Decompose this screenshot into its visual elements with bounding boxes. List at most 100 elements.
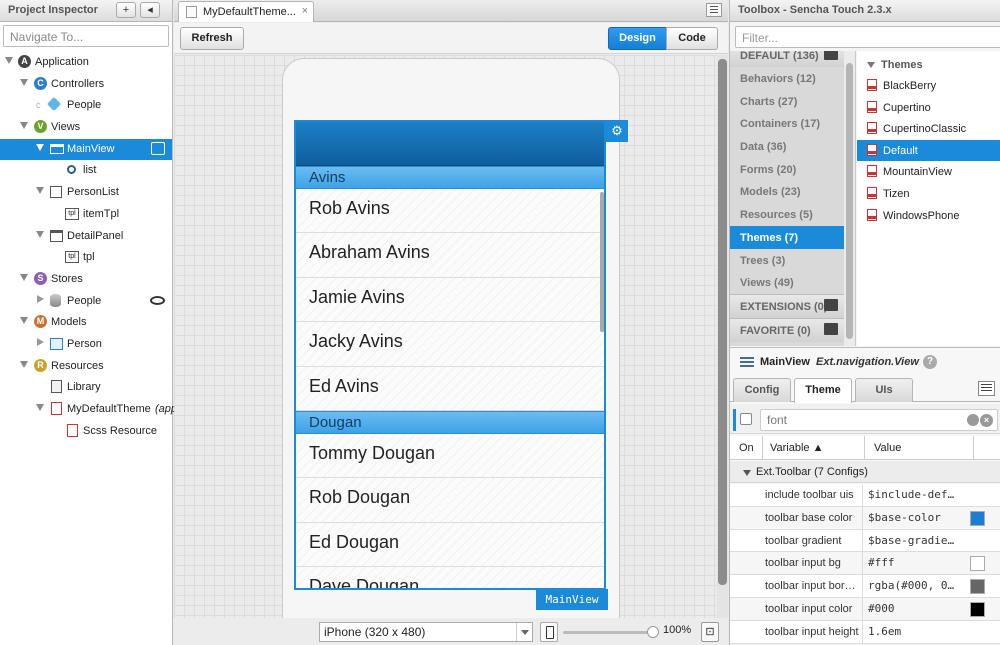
toolbox-category[interactable]: Containers (17)	[730, 112, 844, 135]
zoom-fit-icon[interactable]: ⊡	[701, 622, 719, 642]
tree-item-personlist[interactable]: PersonList	[0, 182, 172, 204]
list-item[interactable]: Rob Dougan	[296, 478, 604, 523]
tab-config[interactable]: Config	[733, 378, 791, 402]
clear-icon[interactable]: ×	[980, 414, 993, 427]
property-row[interactable]: toolbar gradient $base-gradie…	[730, 529, 1000, 553]
phone-orientation-icon[interactable]	[540, 622, 558, 642]
theme-item[interactable]: BlackBerry	[857, 75, 1000, 97]
column-value[interactable]: Value	[874, 442, 901, 454]
theme-item[interactable]: Cupertino	[857, 97, 1000, 119]
tree-item-views[interactable]: V Views	[0, 117, 172, 139]
list-item[interactable]: Abraham Avins	[296, 233, 604, 278]
column-on[interactable]: On	[739, 442, 754, 454]
device-select[interactable]: iPhone (320 x 480)	[319, 622, 533, 642]
column-variable[interactable]: Variable ▲	[770, 442, 824, 454]
toolbox-category[interactable]: EXTENSIONS (0)	[730, 293, 844, 318]
toolbox-category[interactable]: Behaviors (12)	[730, 67, 844, 90]
tree-item-resources[interactable]: R Resources	[0, 356, 172, 378]
theme-item[interactable]: Default	[857, 139, 1000, 162]
category-scrollbar[interactable]	[844, 51, 856, 346]
property-value[interactable]: $include-def…	[868, 488, 954, 501]
list-item[interactable]: Tommy Dougan	[296, 433, 604, 479]
section-add-icon[interactable]	[824, 322, 838, 335]
tree-item-store-people[interactable]: People	[0, 291, 172, 313]
color-swatch[interactable]	[970, 510, 985, 526]
list-options-icon[interactable]	[978, 381, 995, 396]
section-add-icon[interactable]	[824, 298, 838, 311]
close-icon[interactable]: ×	[302, 5, 308, 17]
navigate-to-input[interactable]: Navigate To...	[3, 25, 169, 47]
code-button[interactable]: Code	[666, 27, 718, 50]
property-search-input[interactable]: font	[760, 409, 998, 431]
toolbox-category[interactable]: Data (36)	[730, 135, 844, 158]
tree-item-itemtpl[interactable]: tpl itemTpl	[0, 204, 172, 226]
themes-group-header[interactable]: Themes	[857, 51, 1000, 75]
section-add-icon[interactable]	[824, 51, 838, 60]
tree-item-stores[interactable]: S Stores	[0, 269, 172, 291]
toolbox-category[interactable]: Themes (7)	[730, 225, 844, 249]
theme-item[interactable]: WindowsPhone	[857, 205, 1000, 227]
list-item[interactable]: Jamie Avins	[296, 277, 604, 323]
list-item[interactable]: Ed Dougan	[296, 522, 604, 568]
toolbox-category[interactable]: Views (49)	[730, 271, 844, 294]
zoom-slider[interactable]	[563, 626, 659, 638]
list-item[interactable]: Jacky Avins	[296, 322, 604, 367]
help-icon[interactable]: ?	[923, 355, 937, 369]
property-value[interactable]: #000	[868, 602, 895, 615]
tree-item-person[interactable]: Person	[0, 334, 172, 356]
refresh-button[interactable]: Refresh	[180, 27, 244, 50]
property-row[interactable]: toolbar input bg #fff	[730, 552, 1000, 576]
back-button[interactable]: ◂	[140, 2, 160, 18]
property-row[interactable]: toolbar input bor… rgba(#000, 0…	[730, 575, 1000, 598]
property-row[interactable]: toolbar input height 1.6em	[730, 620, 1000, 644]
toolbox-category[interactable]: DEFAULT (136)	[730, 51, 844, 67]
toolbox-category[interactable]: Models (23)	[730, 180, 844, 203]
lock-icon[interactable]	[967, 414, 979, 426]
color-swatch[interactable]	[970, 601, 985, 617]
canvas-scrollbar[interactable]	[717, 55, 728, 618]
tree-item-library[interactable]: Library	[0, 377, 172, 399]
theme-item[interactable]: CupertinoClassic	[857, 118, 1000, 140]
config-group-ext-toolbar[interactable]: Ext.Toolbar (7 Configs)	[730, 461, 1000, 483]
toolbox-category[interactable]: Charts (27)	[730, 90, 844, 113]
property-value[interactable]: $base-gradie…	[868, 534, 954, 547]
tree-item-models[interactable]: M Models	[0, 312, 172, 334]
color-swatch[interactable]	[970, 556, 985, 572]
eye-icon[interactable]	[150, 295, 165, 305]
theme-item[interactable]: Tizen	[857, 183, 1000, 205]
toolbox-category[interactable]: Trees (3)	[730, 249, 844, 272]
property-value[interactable]: #fff	[868, 556, 895, 569]
tree-item-mainview[interactable]: MainView	[0, 138, 172, 161]
list-item[interactable]: Rob Avins	[296, 189, 604, 234]
tab-mydefaulttheme[interactable]: MyDefaultTheme... ×	[178, 1, 314, 22]
property-value[interactable]: 1.6em	[868, 625, 901, 638]
filter-checkbox[interactable]	[740, 413, 752, 425]
toolbox-filter-input[interactable]: Filter...	[735, 26, 1000, 48]
list-item[interactable]: Ed Avins	[296, 366, 604, 411]
tree-item-controllers[interactable]: C Controllers	[0, 74, 172, 96]
tree-item-application[interactable]: A Application	[0, 52, 172, 74]
menu-icon[interactable]	[706, 3, 722, 17]
gear-icon[interactable]: ⚙	[606, 120, 628, 142]
tree-item-controller-people[interactable]: c People	[0, 95, 172, 117]
list-item[interactable]: Dave Dougan	[296, 567, 604, 588]
tree-item-list[interactable]: list	[0, 160, 172, 182]
property-value[interactable]: $base-color	[868, 511, 941, 524]
toolbox-category[interactable]: Resources (5)	[730, 203, 844, 226]
property-row[interactable]: toolbar base color $base-color	[730, 506, 1000, 530]
tab-uis[interactable]: UIs	[855, 378, 913, 402]
color-swatch[interactable]	[970, 579, 985, 595]
link-view-icon[interactable]	[151, 141, 165, 155]
zoom-slider-knob[interactable]	[647, 626, 659, 638]
theme-item[interactable]: MountainView	[857, 161, 1000, 183]
toolbox-category[interactable]: FAVORITE (0)	[730, 317, 844, 342]
property-row[interactable]: include toolbar uis $include-def…	[730, 484, 1000, 507]
design-button[interactable]: Design	[608, 27, 667, 50]
main-view-preview[interactable]: Avins Rob Avins Abraham Avins Jamie Avins Ja…	[294, 120, 606, 590]
property-value[interactable]: rgba(#000, 0…	[868, 579, 954, 592]
tab-theme[interactable]: Theme	[794, 378, 852, 403]
tree-item-detailpanel[interactable]: DetailPanel	[0, 226, 172, 248]
toolbox-category[interactable]: Forms (20)	[730, 158, 844, 181]
tree-item-scss-resource[interactable]: Scss Resource	[0, 421, 172, 443]
tree-item-mydefaulttheme[interactable]: MyDefaultTheme (app	[0, 399, 177, 421]
